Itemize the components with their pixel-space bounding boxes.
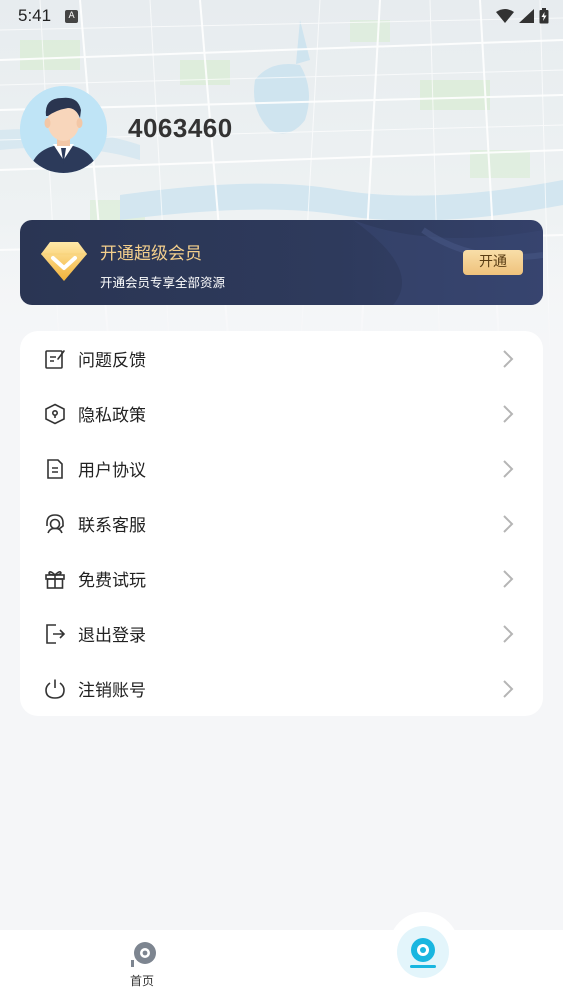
battery-charging-icon — [539, 8, 549, 24]
menu-item-label: 注销账号 — [78, 681, 146, 701]
vip-banner[interactable]: 开通超级会员 开通会员专享全部资源 开通 — [20, 220, 543, 305]
menu-item-logout[interactable]: 退出登录 — [20, 606, 543, 661]
chevron-right-icon — [503, 679, 514, 698]
cellular-signal-icon — [519, 9, 534, 23]
wifi-icon — [496, 9, 514, 23]
power-icon — [43, 677, 67, 701]
bottom-nav — [0, 930, 563, 1000]
menu-item-user-agreement[interactable]: 用户协议 — [20, 441, 543, 496]
privacy-shield-icon — [43, 402, 67, 426]
menu-card: 问题反馈 隐私政策 用户协议 联系客服 免费试玩 退出登录 注销账号 — [20, 331, 543, 716]
status-time: 5:41 — [18, 6, 52, 25]
diamond-icon — [41, 242, 87, 281]
vip-title: 开通超级会员 — [100, 244, 202, 264]
nav-center-button[interactable] — [397, 926, 449, 978]
menu-item-label: 免费试玩 — [78, 571, 146, 591]
chevron-right-icon — [503, 459, 514, 478]
menu-item-free-trial[interactable]: 免费试玩 — [20, 551, 543, 606]
vip-open-button[interactable]: 开通 — [463, 250, 523, 275]
menu-item-feedback[interactable]: 问题反馈 — [20, 331, 543, 386]
customer-service-icon — [43, 512, 67, 536]
gift-icon — [43, 567, 67, 591]
feedback-edit-icon — [43, 347, 67, 371]
nav-tab-home-label: 首页 — [129, 974, 154, 988]
text-a-icon: A — [65, 9, 79, 23]
status-icons — [496, 8, 549, 24]
camera-lens-icon — [410, 938, 436, 968]
menu-item-label: 隐私政策 — [78, 406, 146, 426]
menu-item-label: 联系客服 — [78, 516, 146, 536]
chevron-right-icon — [503, 514, 514, 533]
chevron-right-icon — [503, 349, 514, 368]
menu-item-label: 用户协议 — [78, 461, 146, 481]
logout-icon — [43, 622, 67, 646]
user-avatar-icon[interactable] — [20, 86, 107, 173]
home-camera-icon — [131, 942, 156, 967]
menu-item-label: 问题反馈 — [78, 351, 146, 371]
menu-item-privacy[interactable]: 隐私政策 — [20, 386, 543, 441]
chevron-right-icon — [503, 569, 514, 588]
chevron-right-icon — [503, 624, 514, 643]
nav-tab-home[interactable]: 首页 — [112, 938, 172, 994]
username: 4063460 — [128, 113, 233, 143]
menu-item-delete-account[interactable]: 注销账号 — [20, 661, 543, 716]
menu-item-customer-service[interactable]: 联系客服 — [20, 496, 543, 551]
status-bar: 5:41 A — [0, 0, 563, 32]
document-icon — [43, 457, 67, 481]
map-background — [0, 0, 563, 360]
chevron-right-icon — [503, 404, 514, 423]
menu-item-label: 退出登录 — [78, 626, 146, 646]
vip-subtitle: 开通会员专享全部资源 — [100, 275, 226, 290]
